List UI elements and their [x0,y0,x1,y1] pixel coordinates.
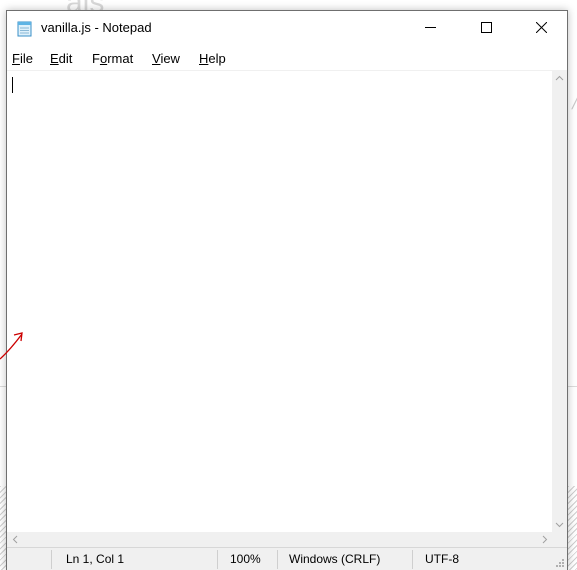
scroll-down-button[interactable] [552,517,567,532]
status-encoding: UTF-8 [425,552,459,566]
resize-grip-icon[interactable] [555,558,565,568]
menu-edit-mnemonic: E [50,51,59,66]
status-bar: Ln 1, Col 1 100% Windows (CRLF) UTF-8 [7,547,567,570]
menu-help-mnemonic: H [199,51,209,66]
background-hatch-right [568,486,577,570]
status-line-endings: Windows (CRLF) [289,552,381,566]
title-bar[interactable]: vanilla.js - Notepad [7,11,567,47]
notepad-window: vanilla.js - Notepad File Edit Format Vi… [6,10,568,570]
menu-view-label: iew [160,51,180,66]
menu-format[interactable]: Format [92,51,133,66]
chevron-up-icon [555,75,564,80]
horizontal-scrollbar[interactable] [7,532,552,547]
menu-edit[interactable]: Edit [50,51,72,66]
close-button[interactable] [518,11,564,43]
minimize-button[interactable] [407,11,453,43]
minimize-icon [424,26,436,28]
scroll-up-button[interactable] [552,70,567,85]
notepad-app-icon [17,21,32,37]
menu-format-prefix: F [92,51,100,66]
close-icon [535,21,547,33]
text-editor-area[interactable] [7,70,552,533]
maximize-icon [480,21,492,33]
window-title: vanilla.js - Notepad [41,20,152,35]
menu-help-label: elp [208,51,226,66]
scroll-right-button[interactable] [537,532,552,547]
background-fragment-glyph: / [572,96,577,112]
scroll-left-button[interactable] [7,532,22,547]
status-separator [217,550,218,569]
menu-bar: File Edit Format View Help [7,48,567,70]
menu-format-label: rmat [107,51,134,66]
menu-file-label: ile [19,51,33,66]
menu-edit-label: dit [58,51,73,66]
maximize-button[interactable] [463,11,509,43]
menu-view[interactable]: View [152,51,180,66]
menu-file[interactable]: File [12,51,33,66]
status-separator [412,550,413,569]
status-zoom-level: 100% [230,552,261,566]
scrollbar-corner [552,532,567,547]
text-caret [12,77,13,93]
red-annotation-arrow-icon [0,332,23,360]
menu-file-mnemonic: F [12,51,20,66]
chevron-right-icon [542,535,547,544]
status-separator [51,550,52,569]
status-cursor-position: Ln 1, Col 1 [66,552,125,566]
chevron-left-icon [12,535,17,544]
status-separator [277,550,278,569]
menu-help[interactable]: Help [199,51,226,66]
chevron-down-icon [555,522,564,527]
vertical-scrollbar[interactable] [552,70,567,532]
